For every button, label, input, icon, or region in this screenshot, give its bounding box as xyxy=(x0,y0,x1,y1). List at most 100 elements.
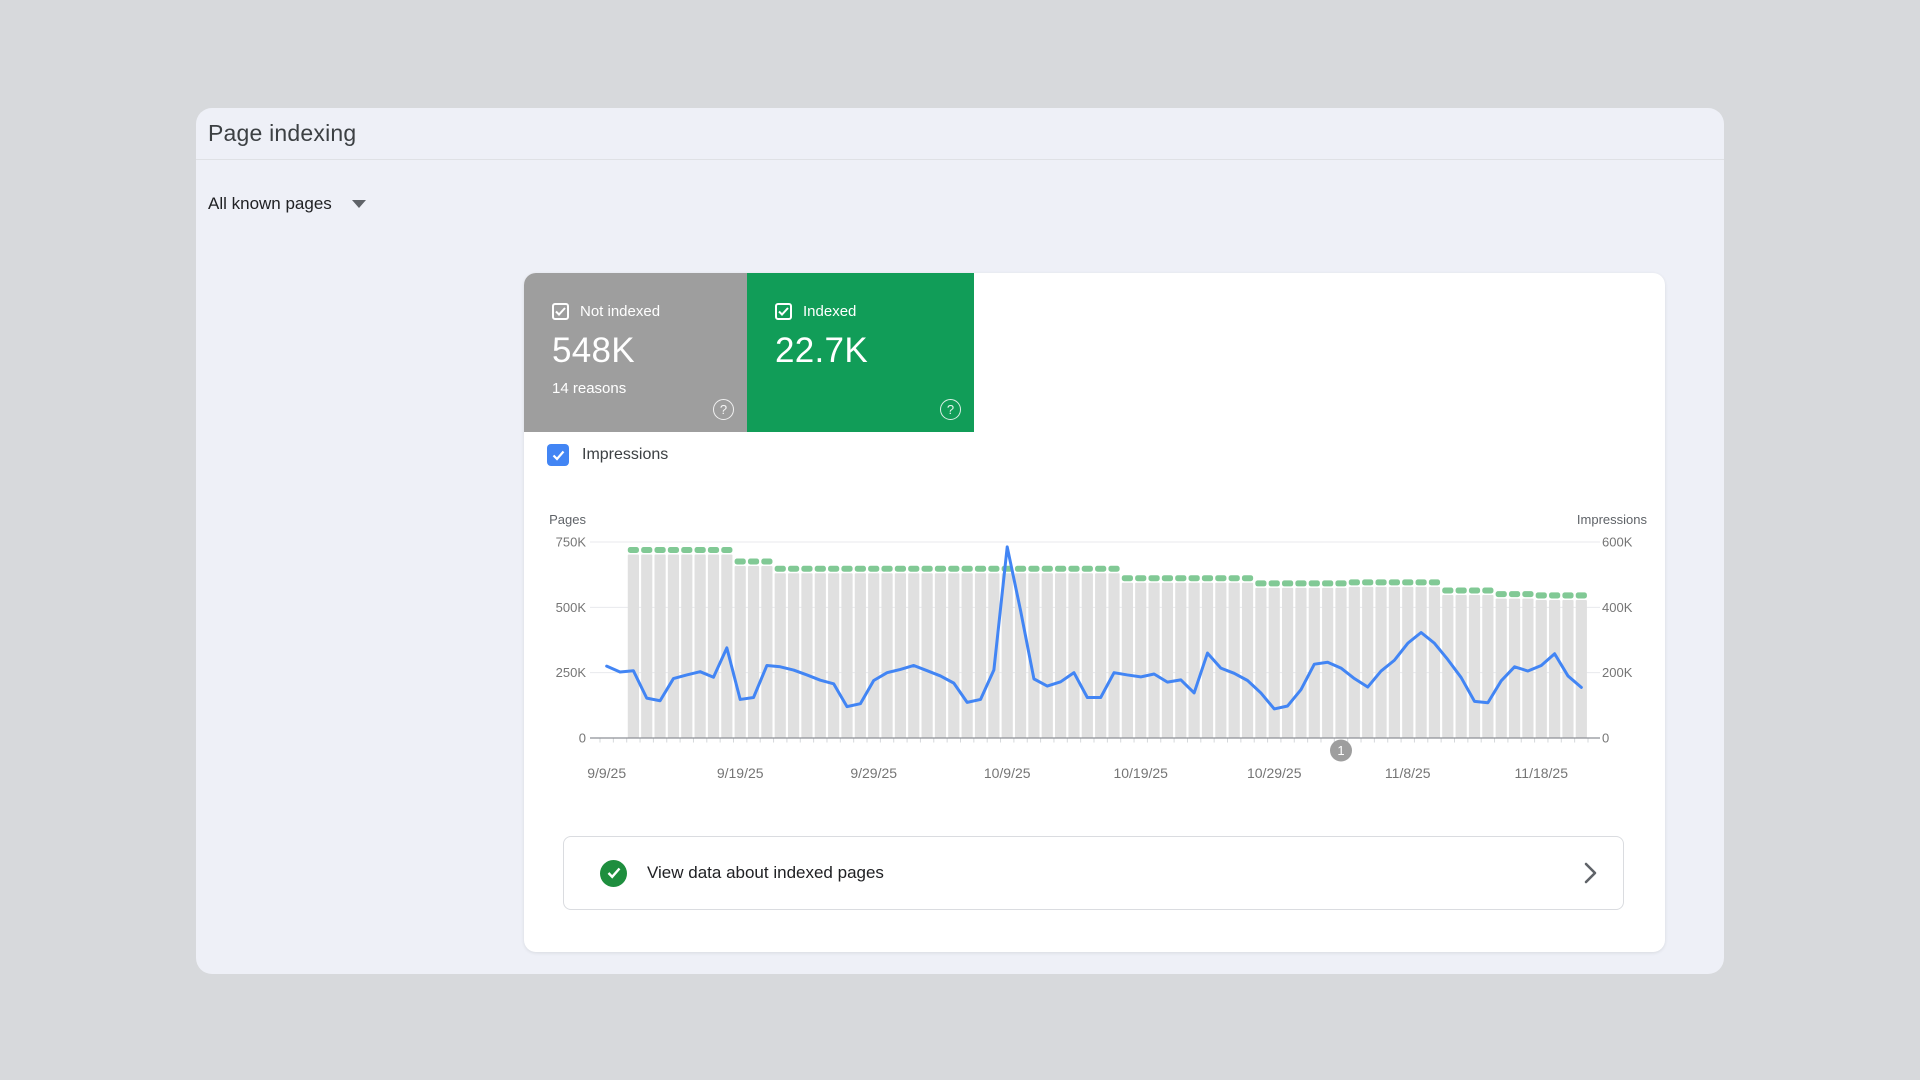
indexed-checkbox[interactable] xyxy=(775,303,792,320)
bar-not-indexed xyxy=(1362,587,1373,738)
panel-header: Page indexing xyxy=(196,108,1724,160)
indexing-report-card: Not indexed 548K 14 reasons ? Indexed 22… xyxy=(524,273,1665,952)
bar-not-indexed xyxy=(922,573,933,738)
stat-cards: Not indexed 548K 14 reasons ? Indexed 22… xyxy=(524,273,974,432)
bar-not-indexed xyxy=(1375,587,1386,738)
bar-indexed-cap xyxy=(1202,575,1213,581)
bar-indexed-cap xyxy=(1442,587,1453,593)
bar-indexed-cap xyxy=(761,558,772,564)
bar-indexed-cap xyxy=(668,547,679,553)
bar-indexed-cap xyxy=(721,547,732,553)
bar-indexed-cap xyxy=(1015,566,1026,572)
bar-not-indexed xyxy=(881,573,892,738)
bar-indexed-cap xyxy=(1469,587,1480,593)
bar-not-indexed xyxy=(1108,573,1119,738)
bar-indexed-cap xyxy=(1242,575,1253,581)
bar-indexed-cap xyxy=(1148,575,1159,581)
x-axis-date-label: 9/9/25 xyxy=(587,765,626,781)
right-axis-tick: 600K xyxy=(1602,535,1633,550)
bar-not-indexed xyxy=(1295,588,1306,738)
bar-indexed-cap xyxy=(1135,575,1146,581)
view-data-label: View data about indexed pages xyxy=(647,863,1584,883)
impressions-toggle[interactable]: Impressions xyxy=(547,444,668,466)
bar-not-indexed xyxy=(868,573,879,738)
bar-indexed-cap xyxy=(948,566,959,572)
indexed-card[interactable]: Indexed 22.7K ? xyxy=(747,273,974,432)
left-axis-tick: 0 xyxy=(579,731,586,746)
dropdown-arrow-icon xyxy=(352,200,366,208)
bar-not-indexed xyxy=(841,573,852,738)
bar-indexed-cap xyxy=(1122,575,1133,581)
bar-indexed-cap xyxy=(868,566,879,572)
page-title: Page indexing xyxy=(208,120,356,147)
bar-indexed-cap xyxy=(748,558,759,564)
bar-indexed-cap xyxy=(1055,566,1066,572)
bar-not-indexed xyxy=(1095,573,1106,738)
x-axis-date-label: 11/18/25 xyxy=(1515,765,1569,781)
bar-not-indexed xyxy=(1496,599,1507,738)
not-indexed-card[interactable]: Not indexed 548K 14 reasons ? xyxy=(524,273,747,432)
bar-not-indexed xyxy=(1162,583,1173,738)
bar-indexed-cap xyxy=(775,566,786,572)
check-icon xyxy=(555,307,566,316)
bar-indexed-cap xyxy=(641,547,652,553)
bar-not-indexed xyxy=(1068,573,1079,738)
bar-not-indexed xyxy=(1255,588,1266,738)
bar-not-indexed xyxy=(828,573,839,738)
bar-not-indexed xyxy=(855,573,866,738)
not-indexed-label: Not indexed xyxy=(580,303,660,320)
bar-not-indexed xyxy=(975,573,986,738)
bar-indexed-cap xyxy=(1549,592,1560,598)
bar-not-indexed xyxy=(1549,600,1560,738)
bar-not-indexed xyxy=(1148,583,1159,738)
bar-indexed-cap xyxy=(1375,579,1386,585)
bar-not-indexed xyxy=(708,554,719,738)
bar-indexed-cap xyxy=(1456,587,1467,593)
bar-indexed-cap xyxy=(1402,579,1413,585)
bar-not-indexed xyxy=(695,554,706,738)
page-filter-dropdown[interactable]: All known pages xyxy=(208,190,366,218)
green-check-circle-icon xyxy=(600,860,627,887)
bar-indexed-cap xyxy=(735,558,746,564)
bar-indexed-cap xyxy=(1082,566,1093,572)
bar-indexed-cap xyxy=(908,566,919,572)
bar-indexed-cap xyxy=(1536,592,1547,598)
bar-indexed-cap xyxy=(815,566,826,572)
bar-indexed-cap xyxy=(1309,580,1320,586)
bar-indexed-cap xyxy=(1175,575,1186,581)
bar-not-indexed xyxy=(1429,587,1440,738)
x-axis-date-label: 9/19/25 xyxy=(717,765,764,781)
bar-not-indexed xyxy=(721,554,732,738)
bar-not-indexed xyxy=(1416,587,1427,738)
check-icon xyxy=(607,867,621,879)
bar-indexed-cap xyxy=(1255,580,1266,586)
bar-indexed-cap xyxy=(1108,566,1119,572)
bar-not-indexed xyxy=(1242,583,1253,738)
bar-indexed-cap xyxy=(1362,579,1373,585)
bar-indexed-cap xyxy=(1349,579,1360,585)
indexed-value: 22.7K xyxy=(775,331,974,371)
right-axis-tick: 200K xyxy=(1602,665,1633,680)
bar-indexed-cap xyxy=(1576,592,1587,598)
annotation-badge-label: 1 xyxy=(1337,743,1344,758)
not-indexed-checkbox[interactable] xyxy=(552,303,569,320)
bar-not-indexed xyxy=(1282,588,1293,738)
right-axis-name: Impressions xyxy=(1577,512,1648,527)
bar-not-indexed xyxy=(1456,595,1467,738)
bar-indexed-cap xyxy=(708,547,719,553)
view-data-button[interactable]: View data about indexed pages xyxy=(563,836,1624,910)
bar-indexed-cap xyxy=(628,547,639,553)
x-axis-date-label: 10/29/25 xyxy=(1247,765,1302,781)
help-icon[interactable]: ? xyxy=(713,399,734,420)
bar-indexed-cap xyxy=(788,566,799,572)
bar-not-indexed xyxy=(681,554,692,738)
impressions-checkbox[interactable] xyxy=(547,444,569,466)
bar-not-indexed xyxy=(1536,600,1547,738)
bar-indexed-cap xyxy=(988,566,999,572)
not-indexed-reasons: 14 reasons xyxy=(552,380,747,397)
x-axis-date-label: 10/19/25 xyxy=(1113,765,1168,781)
help-icon[interactable]: ? xyxy=(940,399,961,420)
check-icon xyxy=(552,450,565,461)
bar-indexed-cap xyxy=(1028,566,1039,572)
bar-not-indexed xyxy=(988,573,999,738)
